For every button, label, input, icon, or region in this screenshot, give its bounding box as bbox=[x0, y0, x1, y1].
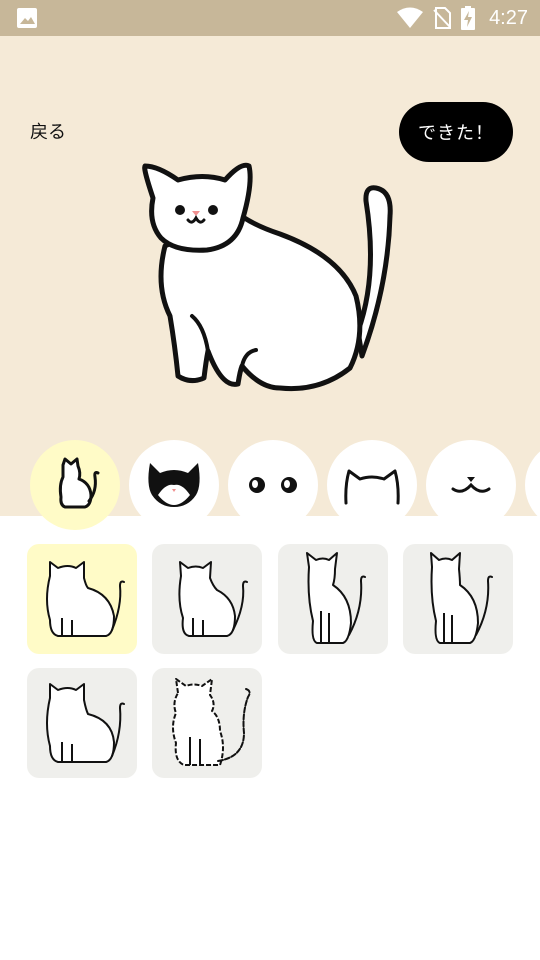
body-option-round[interactable] bbox=[27, 668, 137, 778]
wifi-icon bbox=[397, 7, 424, 28]
sitting-cat-icon bbox=[178, 561, 248, 637]
body-option-slim[interactable] bbox=[278, 544, 388, 654]
cat-body-icon bbox=[58, 457, 100, 509]
cat-mouth-icon bbox=[451, 477, 491, 493]
round-cat-icon bbox=[46, 683, 125, 763]
tab-mouth[interactable] bbox=[426, 440, 516, 530]
cat-fur-pattern-icon bbox=[148, 463, 200, 507]
image-icon bbox=[17, 8, 37, 28]
no-sim-icon bbox=[433, 7, 452, 29]
tab-more[interactable] bbox=[525, 440, 540, 530]
done-button[interactable]: できた！ bbox=[399, 102, 513, 162]
status-icons: 4:27 bbox=[397, 0, 528, 36]
status-bar: 4:27 bbox=[0, 0, 540, 36]
status-time: 4:27 bbox=[489, 6, 528, 29]
cat-preview bbox=[142, 162, 393, 392]
body-option-sitting[interactable] bbox=[152, 544, 262, 654]
slim-cat-icon bbox=[306, 552, 366, 644]
body-option-fluffy[interactable] bbox=[152, 668, 262, 778]
cat-eyes-icon bbox=[249, 477, 297, 493]
cat-ears-icon bbox=[344, 469, 400, 505]
tab-body[interactable] bbox=[30, 440, 120, 530]
part-category-row bbox=[0, 440, 540, 530]
body-option-slim-alt[interactable] bbox=[403, 544, 513, 654]
battery-charging-icon bbox=[461, 6, 476, 30]
chubby-sitting-cat-icon bbox=[46, 561, 125, 637]
tab-fur-pattern[interactable] bbox=[129, 440, 219, 530]
fluffy-cat-icon bbox=[172, 678, 251, 766]
back-button[interactable]: 戻る bbox=[30, 118, 66, 144]
slim-cat-alt-icon bbox=[430, 552, 493, 644]
body-option-chubby[interactable] bbox=[27, 544, 137, 654]
tab-ears[interactable] bbox=[327, 440, 417, 530]
tab-eyes[interactable] bbox=[228, 440, 318, 530]
cat-editor-panel: 戻る できた！ bbox=[0, 36, 540, 530]
